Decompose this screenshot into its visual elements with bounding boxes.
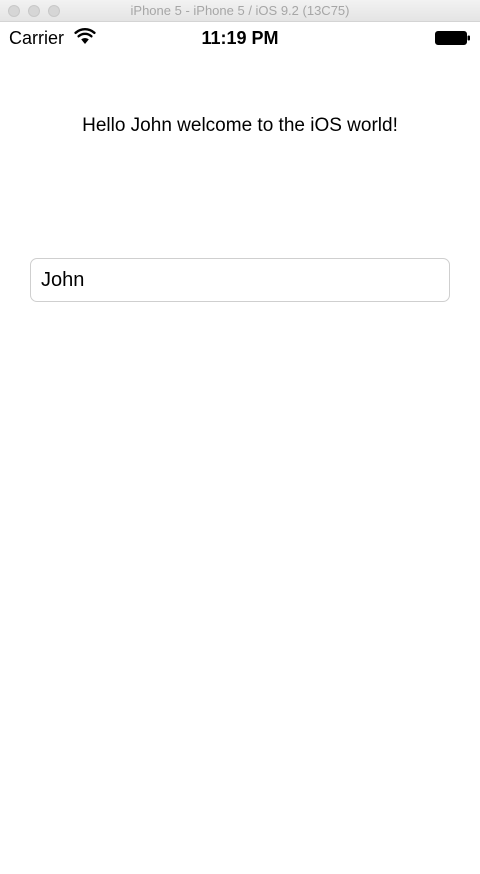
- window-title: iPhone 5 - iPhone 5 / iOS 9.2 (13C75): [130, 3, 350, 18]
- status-time: 11:19 PM: [201, 28, 279, 48]
- name-input[interactable]: [30, 258, 450, 302]
- simulator-window-titlebar: iPhone 5 - iPhone 5 / iOS 9.2 (13C75): [0, 0, 480, 22]
- battery-icon: [435, 31, 471, 45]
- greeting-label: Hello John welcome to the iOS world!: [82, 115, 398, 136]
- status-bar: Carrier 11:19 PM: [0, 22, 480, 54]
